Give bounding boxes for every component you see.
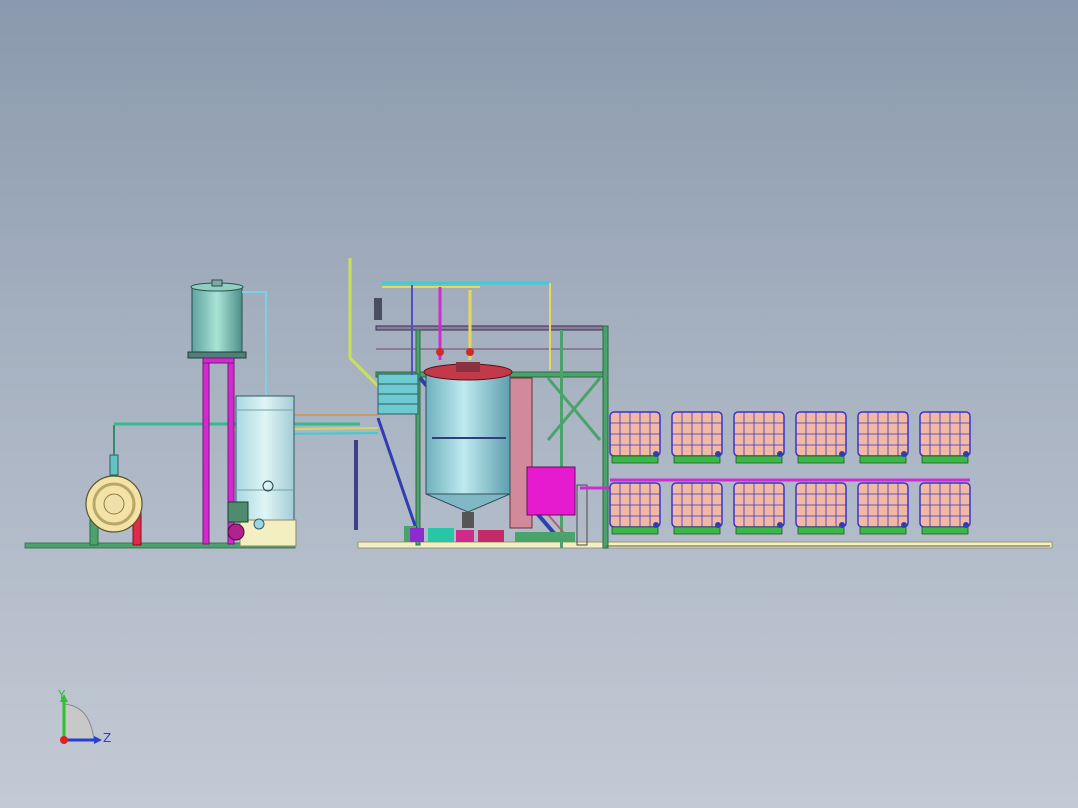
ibc-tote[interactable] <box>671 411 723 464</box>
ibc-tote[interactable] <box>857 482 909 535</box>
ibc-tote[interactable] <box>609 482 661 535</box>
y-axis-label: Y <box>58 688 66 702</box>
ibc-tote[interactable] <box>919 482 971 535</box>
ibc-tote[interactable] <box>795 482 847 535</box>
ibc-tote[interactable] <box>857 411 909 464</box>
triad-plane <box>63 703 95 741</box>
x-axis-origin <box>60 736 68 744</box>
z-arrowhead <box>94 736 102 744</box>
boiler-drum[interactable] <box>85 425 143 546</box>
ibc-tote[interactable] <box>609 411 661 464</box>
ibc-tote[interactable] <box>671 482 723 535</box>
plant-model[interactable] <box>0 0 1078 808</box>
ibc-tote[interactable] <box>919 411 971 464</box>
cad-viewport[interactable]: Y Z <box>0 0 1078 808</box>
ibc-tote[interactable] <box>733 482 785 535</box>
ground-right <box>357 541 1053 549</box>
ibc-tote[interactable] <box>733 411 785 464</box>
cooling-tank[interactable] <box>227 395 297 547</box>
z-axis-label: Z <box>103 731 112 745</box>
ibc-tote-array[interactable] <box>609 411 971 535</box>
reactor-tank[interactable] <box>423 362 533 529</box>
ibc-tote[interactable] <box>795 411 847 464</box>
